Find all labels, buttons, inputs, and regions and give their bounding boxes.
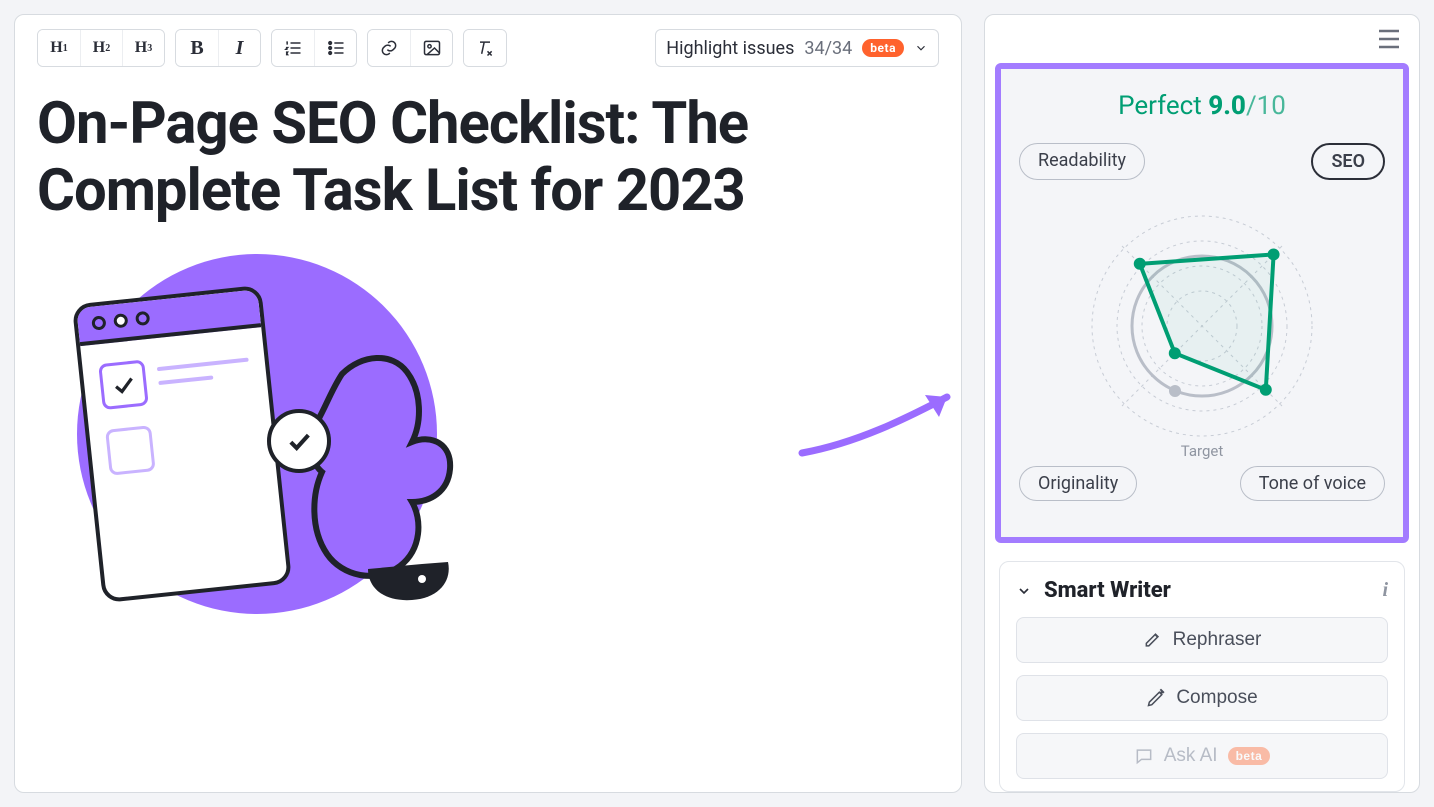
link-icon bbox=[379, 38, 399, 58]
style-group: B I bbox=[175, 29, 261, 67]
menu-icon[interactable] bbox=[1377, 29, 1401, 49]
bullet-list-icon bbox=[326, 38, 346, 58]
score-title: Perfect 9.0/10 bbox=[1118, 91, 1286, 121]
insert-group bbox=[367, 29, 453, 67]
beta-badge: beta bbox=[862, 39, 904, 57]
list-group bbox=[271, 29, 357, 67]
highlight-issues-dropdown[interactable]: Highlight issues 34/34 beta bbox=[655, 29, 939, 67]
bold-button[interactable]: B bbox=[176, 30, 218, 66]
highlight-count: 34/34 bbox=[804, 38, 852, 59]
smart-writer-panel: Smart Writer i Rephraser Compose Ask AI … bbox=[999, 561, 1405, 792]
editor-toolbar: H1 H2 H3 B I bbox=[37, 29, 939, 67]
ok-check-icon bbox=[267, 409, 331, 473]
hero-illustration bbox=[17, 254, 497, 674]
metric-readability[interactable]: Readability bbox=[1019, 143, 1145, 180]
rephraser-button[interactable]: Rephraser bbox=[1016, 617, 1388, 663]
clear-format-button[interactable] bbox=[464, 30, 506, 66]
rephraser-icon bbox=[1143, 630, 1163, 650]
compose-button[interactable]: Compose bbox=[1016, 675, 1388, 721]
numbered-list-icon bbox=[283, 38, 303, 58]
sidebar-header bbox=[985, 15, 1419, 63]
document-title[interactable]: On-Page SEO Checklist: The Complete Task… bbox=[37, 91, 939, 224]
info-icon[interactable]: i bbox=[1382, 579, 1388, 602]
link-button[interactable] bbox=[368, 30, 410, 66]
chat-icon bbox=[1134, 746, 1154, 766]
ask-ai-button[interactable]: Ask AI beta bbox=[1016, 733, 1388, 779]
clear-group bbox=[463, 29, 507, 67]
h1-button[interactable]: H1 bbox=[38, 30, 80, 66]
score-card: Perfect 9.0/10 Readability SEO bbox=[995, 63, 1409, 543]
image-icon bbox=[422, 38, 442, 58]
chevron-down-icon bbox=[914, 41, 928, 55]
target-label: Target bbox=[1181, 442, 1224, 460]
italic-button[interactable]: I bbox=[218, 30, 260, 66]
heading-group: H1 H2 H3 bbox=[37, 29, 165, 67]
metric-originality[interactable]: Originality bbox=[1019, 466, 1137, 501]
smart-writer-title: Smart Writer bbox=[1044, 578, 1370, 603]
arrow-illustration bbox=[797, 383, 962, 467]
clear-format-icon bbox=[475, 38, 495, 58]
highlight-label: Highlight issues bbox=[666, 38, 794, 59]
ask-ai-beta-badge: beta bbox=[1228, 747, 1271, 765]
metric-seo[interactable]: SEO bbox=[1311, 143, 1385, 180]
bullet-list-button[interactable] bbox=[314, 30, 356, 66]
h3-button[interactable]: H3 bbox=[122, 30, 164, 66]
image-button[interactable] bbox=[410, 30, 452, 66]
metric-tone[interactable]: Tone of voice bbox=[1240, 466, 1385, 501]
sidebar-panel: Perfect 9.0/10 Readability SEO bbox=[984, 14, 1420, 793]
radar-chart bbox=[1072, 196, 1332, 456]
numbered-list-button[interactable] bbox=[272, 30, 314, 66]
editor-panel: H1 H2 H3 B I bbox=[14, 14, 962, 793]
collapse-icon[interactable] bbox=[1016, 583, 1032, 599]
h2-button[interactable]: H2 bbox=[80, 30, 122, 66]
compose-icon bbox=[1146, 688, 1166, 708]
